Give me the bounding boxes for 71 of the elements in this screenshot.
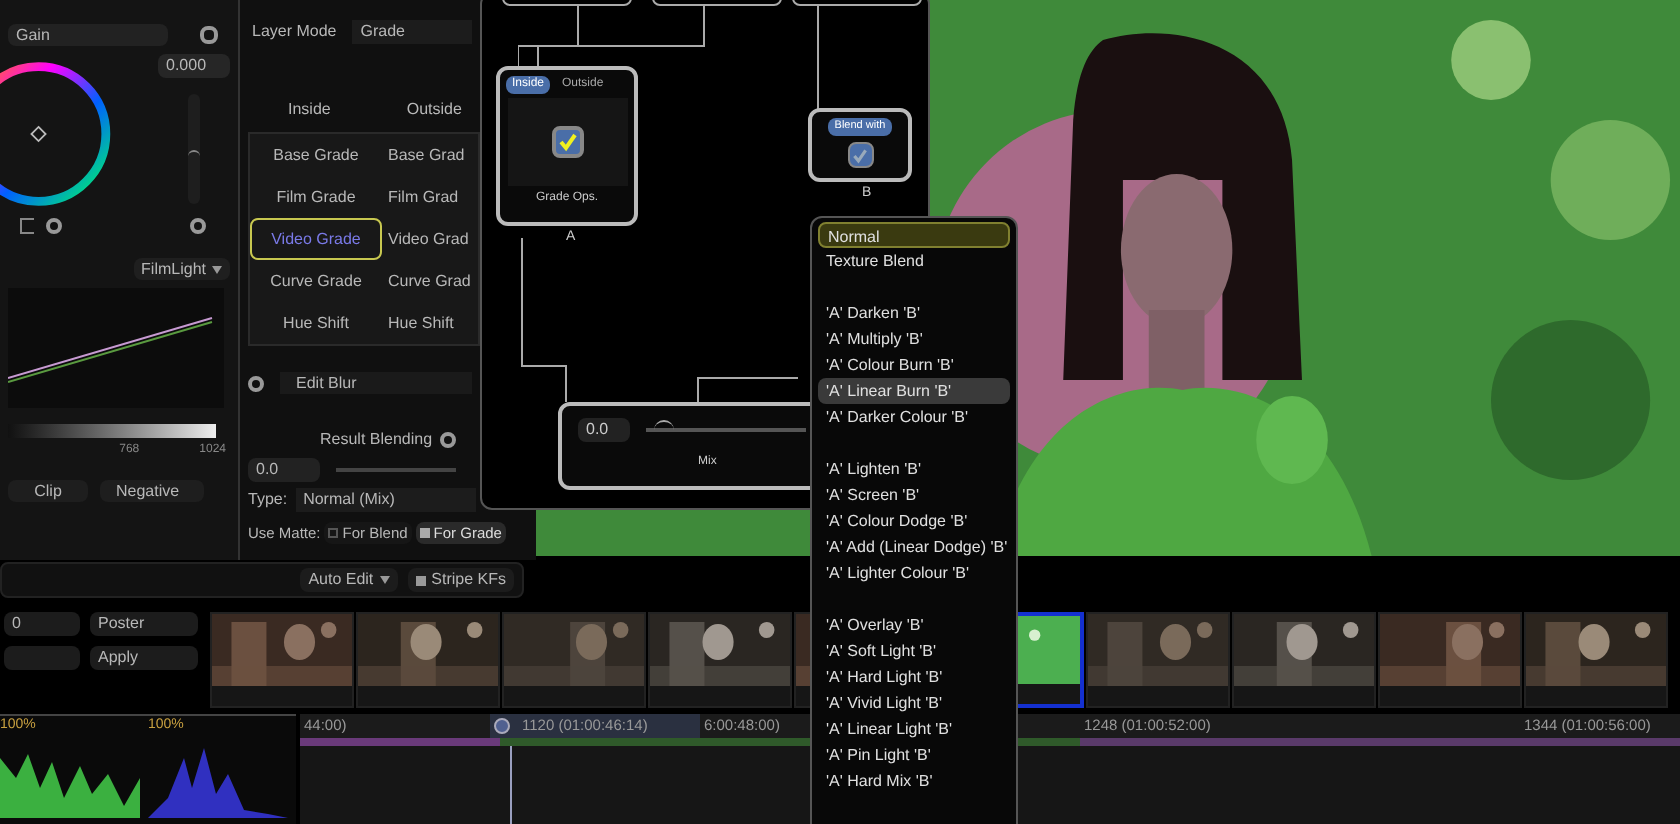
clip-bar[interactable] [1080,738,1680,746]
reset-icon[interactable] [440,432,457,448]
caret-icon [212,265,222,273]
menu-item[interactable]: 'A' Lighter Colour 'B' [818,560,1010,586]
dropdown-field[interactable] [4,646,80,670]
thumbnail[interactable] [356,612,500,708]
node-checkbox[interactable] [847,142,873,168]
menu-item[interactable]: 'A' Linear Burn 'B' [818,378,1010,404]
section-title: Result Blending [320,428,433,452]
poster-dropdown[interactable]: Poster [90,612,198,636]
grade-option[interactable]: Hue Shift [250,302,382,344]
menu-item[interactable]: 'A' Darken 'B' [818,300,1010,326]
menu-item[interactable]: 'A' Add (Linear Dodge) 'B' [818,534,1010,560]
reset-icon[interactable] [46,218,62,234]
menu-item[interactable]: 'A' Vivid Light 'B' [818,690,1010,716]
gain-dropdown[interactable]: Gain [8,24,168,46]
menu-item[interactable]: 'A' Colour Burn 'B' [818,352,1010,378]
layer-mode-label: Layer Mode [252,20,337,44]
connector-line [697,377,799,403]
thumbnail[interactable] [1086,612,1230,708]
curve-dropdown[interactable]: FilmLight [133,258,230,280]
option-button[interactable]: Clip [8,480,88,502]
grade-option[interactable]: Hue Shift [382,302,478,344]
node-checkbox[interactable] [551,126,583,158]
playhead-icon[interactable] [494,718,510,734]
stripe-keyframes-button[interactable]: Stripe KFs [407,568,514,592]
menu-item[interactable]: 'A' Pin Light 'B' [818,742,1010,768]
thumbnail[interactable] [1524,612,1668,708]
clip-bar[interactable] [300,738,500,746]
thumbnail[interactable] [1378,612,1522,708]
edit-blur-button[interactable]: Edit Blur [280,372,472,394]
reset-icon[interactable] [190,218,206,234]
caret-icon [379,576,390,584]
grade-option[interactable]: Curve Grad [382,260,478,302]
blend-value-field[interactable]: 0.0 [248,458,320,482]
slider-thumb[interactable] [188,149,200,157]
check-icon [557,132,577,152]
connector-line [817,6,819,111]
mix-value-field[interactable]: 0.0 [578,418,630,442]
grade-option[interactable]: Video Grade [250,218,382,260]
menu-item[interactable]: 'A' Multiply 'B' [818,326,1010,352]
layer-mode-dropdown[interactable]: Grade [352,20,473,44]
thumbnail[interactable] [502,612,646,708]
column-header: Inside [288,98,331,122]
thumbnail[interactable] [1232,612,1376,708]
menu-item[interactable]: 'A' Hard Mix 'B' [818,768,1010,794]
thumbnail[interactable] [210,612,354,708]
grade-option[interactable]: Film Grade [250,176,382,218]
auto-edit-dropdown[interactable]: Auto Edit [300,568,398,592]
type-dropdown[interactable]: Normal (Mix) [295,488,476,512]
list-icon[interactable] [20,218,34,234]
reset-icon[interactable] [248,375,264,391]
menu-item[interactable]: 'A' Linear Light 'B' [818,716,1010,742]
menu-item[interactable]: 'A' Colour Dodge 'B' [818,508,1010,534]
option-button[interactable]: Negative [100,480,204,502]
apply-button[interactable]: Apply [90,646,198,670]
grade-option[interactable]: Base Grade [250,134,382,176]
grade-option[interactable]: Video Grad [382,218,478,260]
vertical-slider[interactable] [188,94,200,204]
type-label: Type: [248,488,288,512]
grade-option[interactable]: Curve Grade [250,260,382,302]
reset-icon[interactable] [200,26,218,44]
column-header: Outside [406,98,462,122]
thumbnail[interactable] [648,612,792,708]
menu-item[interactable]: Normal [818,222,1010,248]
menu-item[interactable]: Texture Blend [818,248,1010,274]
value-field[interactable]: 0.000 [158,54,230,78]
check-icon [852,147,868,163]
frame-field[interactable]: 0 [4,612,80,636]
grade-option[interactable]: Base Grad [382,134,478,176]
grade-option[interactable]: Film Grad [382,176,478,218]
